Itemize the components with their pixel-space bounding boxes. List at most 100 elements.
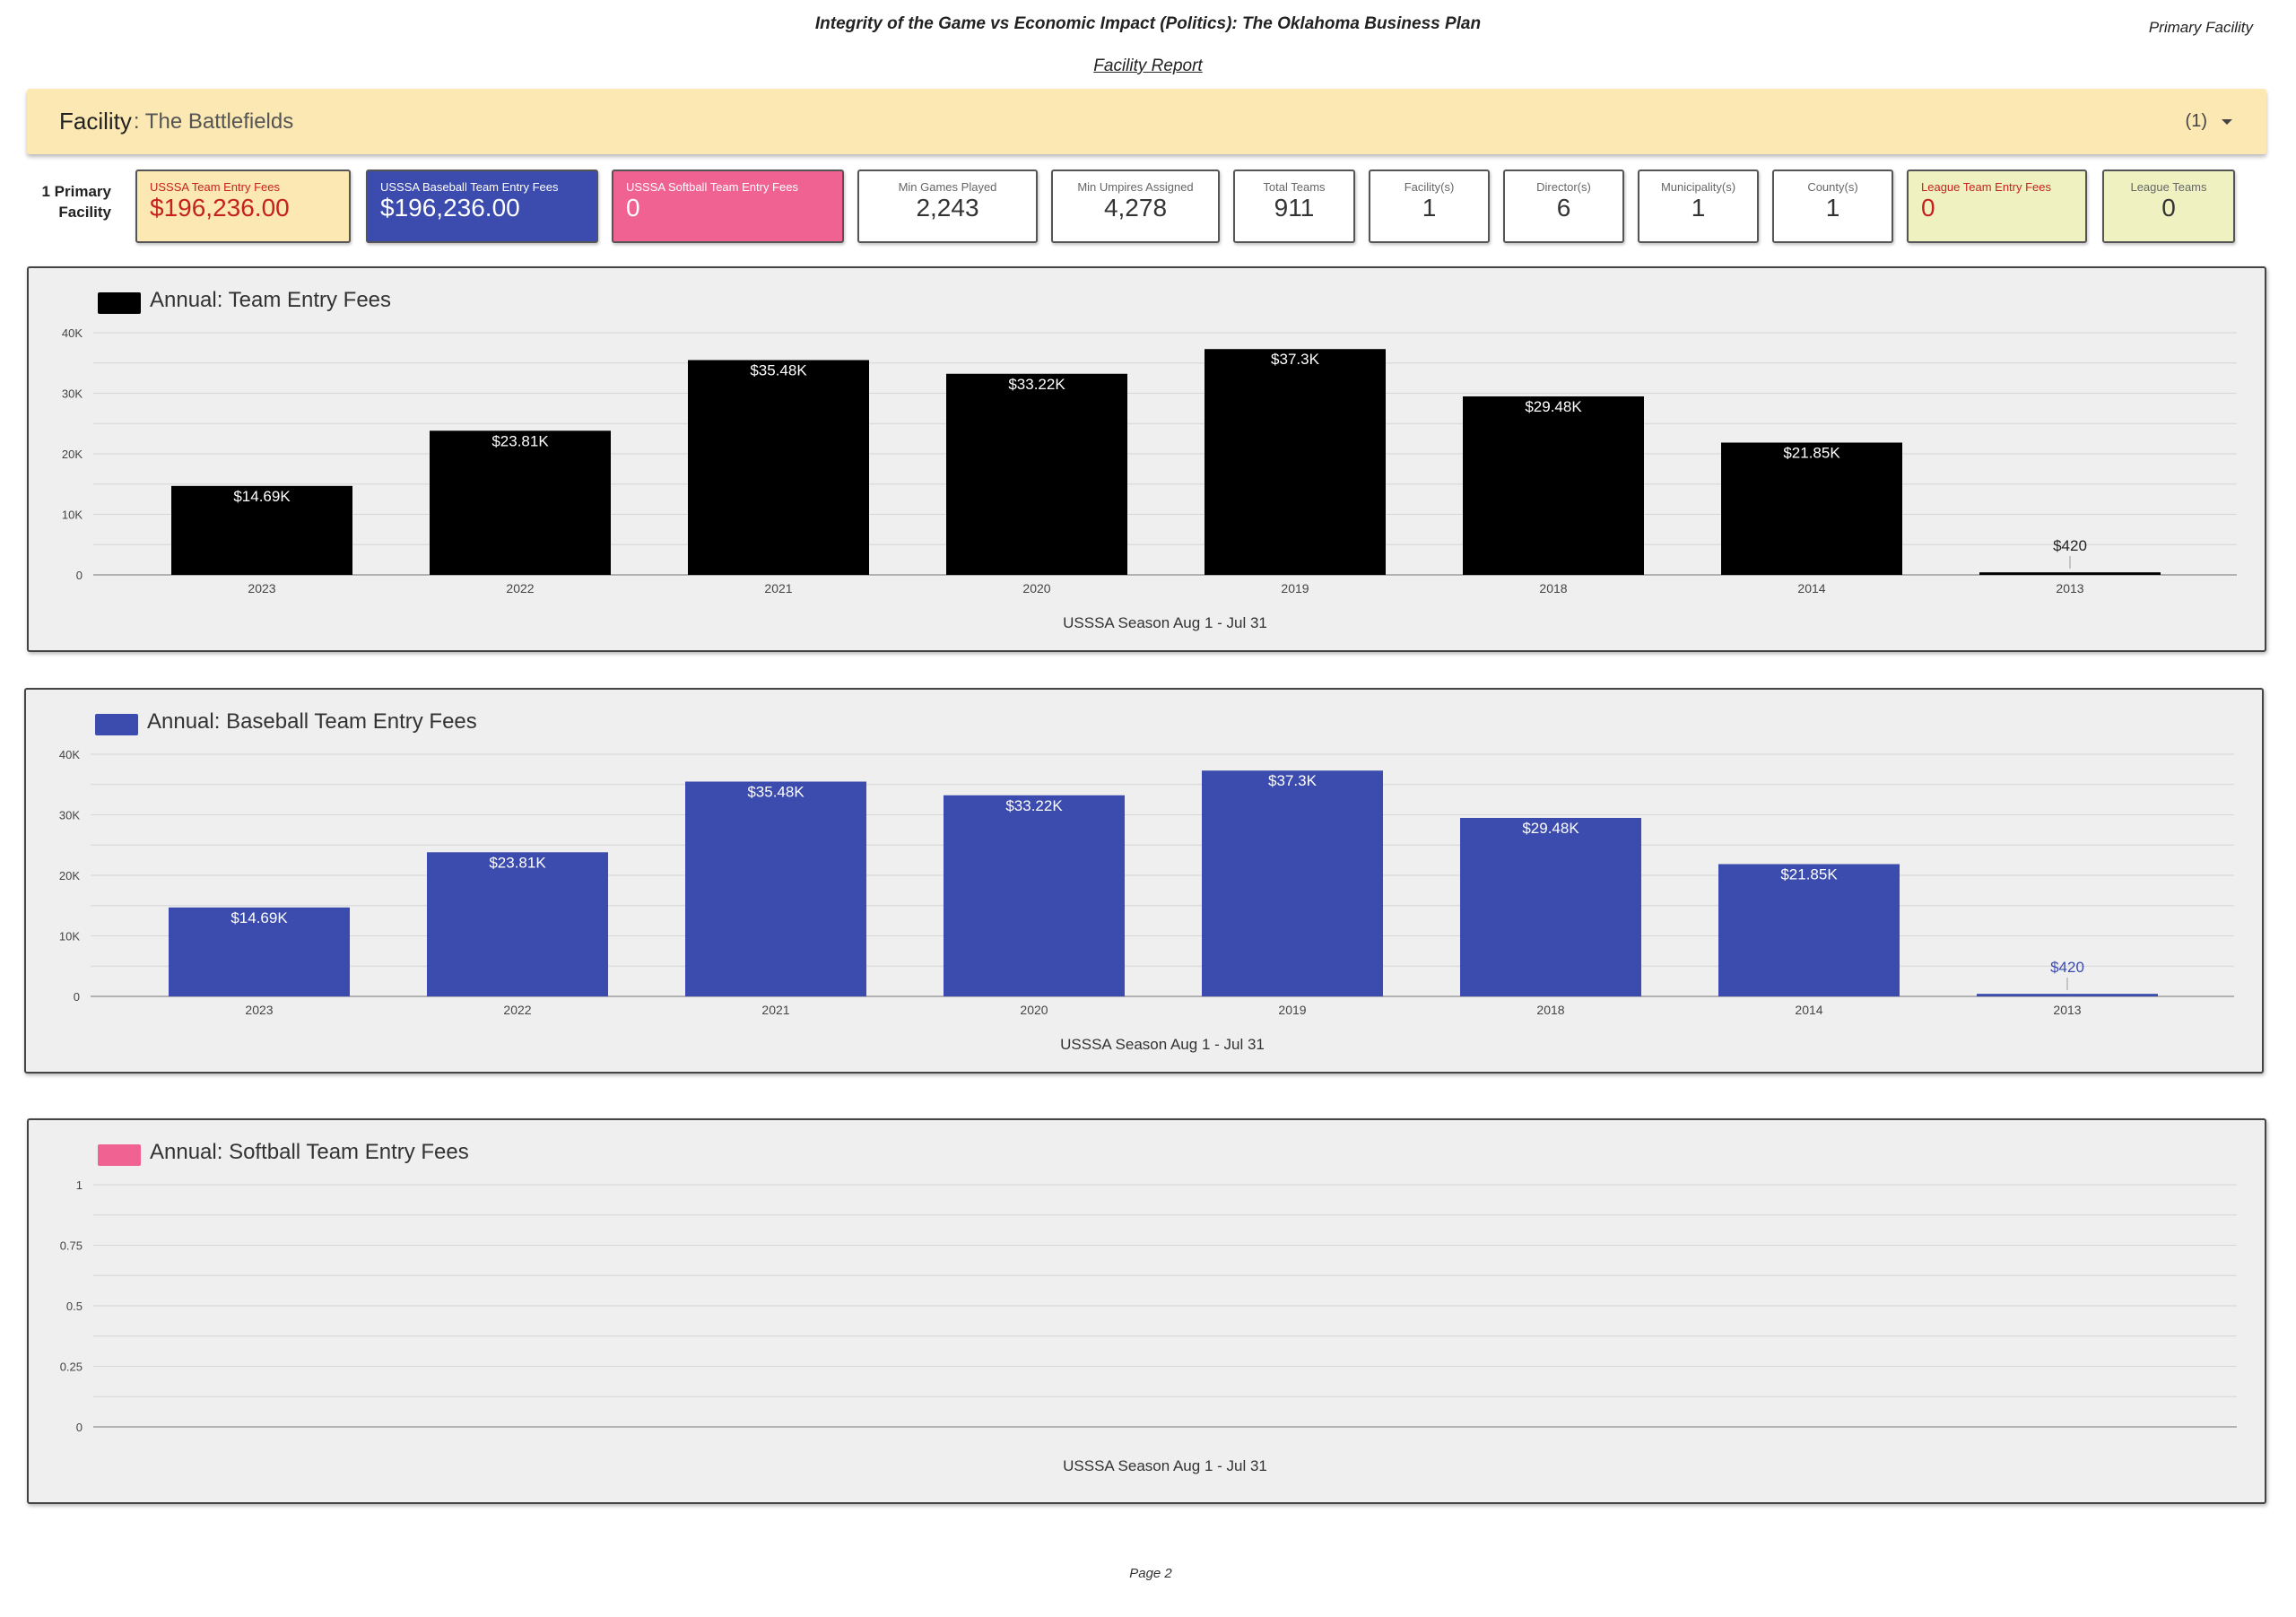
x-tick-label: 2019 [1278, 1003, 1306, 1017]
scorecard-value: 911 [1274, 194, 1315, 222]
scorecard-title: Facility(s) [1404, 180, 1455, 194]
bar [1460, 818, 1641, 996]
y-tick-label: 0.25 [60, 1361, 83, 1374]
scorecard-facilities: Facility(s) 1 [1369, 170, 1490, 243]
scorecard-league-team-entry-fees: League Team Entry Fees 0 [1907, 170, 2087, 243]
x-axis-title: USSSA Season Aug 1 - Jul 31 [1063, 614, 1267, 631]
y-tick-label: 1 [76, 1178, 83, 1192]
bar [1979, 572, 2161, 575]
chart-panel-baseball-team-entry-fees: Annual: Baseball Team Entry Fees 0 10K 20K… [24, 688, 2264, 1074]
y-tick-label: 40K [59, 748, 80, 761]
data-label: $37.3K [1271, 351, 1320, 368]
scorecard-softball-team-entry-fees: USSSA Softball Team Entry Fees 0 [612, 170, 844, 243]
chart-panel-team-entry-fees: Annual: Team Entry Fees 0 10K 20K 30K 40K $14… [27, 266, 2266, 652]
chart-panel-softball-team-entry-fees: Annual: Softball Team Entry Fees 0 0.25 0.… [27, 1118, 2266, 1504]
scorecard-value: 0 [626, 194, 640, 222]
x-tick-label: 2022 [506, 581, 534, 596]
scorecard-title: Total Teams [1263, 180, 1326, 194]
scorecard-title: Min Umpires Assigned [1077, 180, 1194, 194]
bar [427, 852, 608, 996]
scorecard-value: $196,236.00 [150, 194, 290, 222]
scorecard-value: 2,243 [916, 194, 979, 222]
bar [946, 373, 1127, 575]
bar [1205, 349, 1386, 575]
y-tick-label: 10K [62, 509, 83, 522]
y-tick-label: 20K [62, 448, 83, 461]
data-label: $33.22K [1008, 376, 1065, 393]
y-tick-label: 0.75 [60, 1239, 83, 1253]
chart-baseball-team-entry-fees: 0 10K 20K 30K 40K $14.69K 2023 $23.81K 2022 $35.4… [59, 748, 2234, 1053]
bar [1463, 396, 1644, 575]
scorecard-min-games-played: Min Games Played 2,243 [857, 170, 1038, 243]
x-axis-title: USSSA Season Aug 1 - Jul 31 [1060, 1036, 1265, 1053]
scorecard-title: USSSA Team Entry Fees [150, 180, 280, 194]
bar [1721, 442, 1902, 575]
scorecard-value: 0 [2161, 194, 2176, 222]
scorecard-value: $196,236.00 [380, 194, 520, 222]
facility-filter-dropdown[interactable]: (1) [2186, 111, 2234, 132]
report-page: Integrity of the Game vs Economic Impact… [0, 0, 2296, 1617]
scorecard-baseball-team-entry-fees: USSSA Baseball Team Entry Fees $196,236.… [366, 170, 598, 243]
bar [1202, 770, 1383, 996]
bar [430, 430, 611, 575]
scorecard-title: League Team Entry Fees [1921, 180, 2052, 194]
report-scope-label: Primary Facility [2148, 19, 2253, 36]
scorecard-value: 4,278 [1103, 194, 1168, 222]
bar [944, 795, 1125, 996]
data-label: $21.85K [1780, 866, 1838, 883]
x-tick-label: 2020 [1022, 581, 1050, 596]
x-tick-label: 2023 [248, 581, 275, 596]
data-label: $14.69K [233, 488, 291, 505]
data-label: $23.81K [491, 432, 549, 449]
report-title: Integrity of the Game vs Economic Impact… [814, 14, 1482, 33]
scorecard-value: 1 [1422, 194, 1437, 222]
facility-filter-control[interactable]: Facility : The Battlefields (1) [27, 89, 2266, 154]
scorecard-title: Min Games Played [898, 180, 997, 194]
y-tick-label: 0.5 [66, 1300, 83, 1313]
scorecard-row-label: 1 Primary Facility [41, 183, 112, 221]
x-tick-label: 2022 [503, 1003, 531, 1017]
x-tick-label: 2018 [1536, 1003, 1564, 1017]
y-tick-label: 30K [59, 809, 80, 822]
y-tick-label: 40K [62, 326, 83, 340]
bar [688, 360, 869, 575]
scorecard-title: USSSA Baseball Team Entry Fees [380, 180, 559, 194]
y-tick-label: 0 [74, 990, 80, 1004]
bar [685, 781, 866, 996]
x-tick-label: 2014 [1797, 581, 1825, 596]
facility-filter-value: : The Battlefields [133, 109, 294, 134]
data-label: $35.48K [747, 784, 804, 801]
scorecard-value: 6 [1556, 194, 1571, 222]
data-label: $420 [2053, 537, 2087, 554]
data-label: $33.22K [1005, 797, 1063, 814]
data-label: $21.85K [1783, 445, 1840, 462]
page-number: Page 2 [1129, 1566, 1172, 1581]
facility-filter-count: (1) [2185, 111, 2207, 131]
scorecard-municipalities: Municipality(s) 1 [1638, 170, 1759, 243]
y-tick-label: 0 [76, 569, 83, 582]
x-axis-title: USSSA Season Aug 1 - Jul 31 [1063, 1457, 1267, 1474]
y-tick-label: 30K [62, 387, 83, 401]
scorecard-league-teams: League Teams 0 [2102, 170, 2235, 243]
scorecard-value: 1 [1691, 194, 1706, 222]
data-label: $14.69K [230, 909, 288, 926]
scorecard-title: County(s) [1807, 180, 1858, 194]
chart-softball-team-entry-fees: 0 0.25 0.5 0.75 1 USSSA Season Aug 1 - Jul 31 [60, 1178, 2237, 1474]
data-label: $37.3K [1268, 772, 1318, 789]
x-tick-label: 2019 [1281, 581, 1309, 596]
x-tick-label: 2013 [2056, 581, 2083, 596]
data-label: $23.81K [489, 854, 546, 871]
scorecard-title: Municipality(s) [1660, 180, 1736, 194]
caret-down-icon[interactable] [2222, 118, 2232, 125]
data-label: $420 [2050, 959, 2084, 976]
bar [1718, 864, 1900, 996]
scorecard-title: League Teams [2130, 180, 2207, 194]
scorecard-ussssa-team-entry-fees: USSSA Team Entry Fees $196,236.00 [135, 170, 351, 243]
data-label: $29.48K [1525, 398, 1582, 415]
x-tick-label: 2020 [1020, 1003, 1048, 1017]
x-tick-label: 2023 [245, 1003, 273, 1017]
scorecard-value: 0 [1921, 194, 1935, 222]
scorecard-counties: County(s) 1 [1772, 170, 1893, 243]
scorecard-directors: Director(s) 6 [1503, 170, 1624, 243]
chart-team-entry-fees: 0 10K 20K 30K 40K $14.69K 2023 $23.81K 2022 $35.4… [62, 326, 2237, 631]
